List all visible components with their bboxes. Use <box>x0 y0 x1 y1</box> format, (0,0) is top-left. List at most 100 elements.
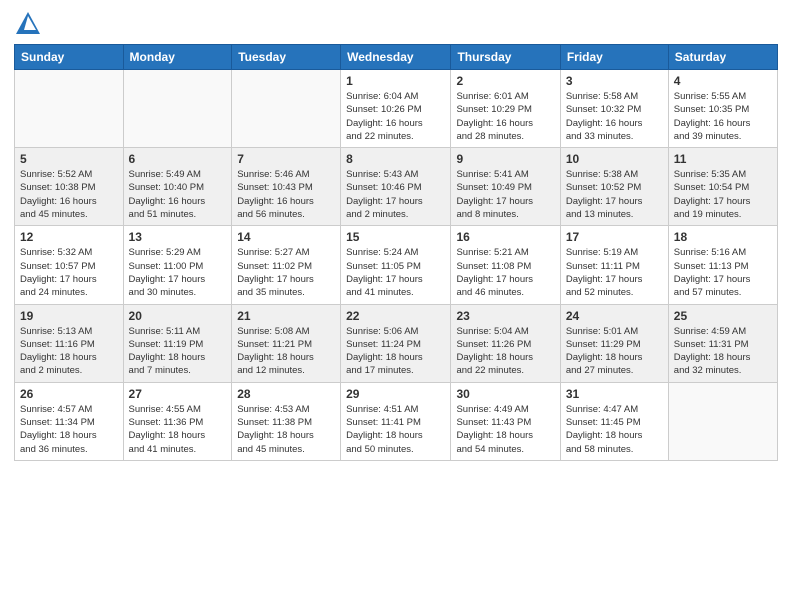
calendar-header: SundayMondayTuesdayWednesdayThursdayFrid… <box>15 45 778 70</box>
day-number: 2 <box>456 74 554 88</box>
logo <box>14 10 46 38</box>
calendar-cell: 19 Sunrise: 5:13 AM Sunset: 11:16 PM Dayl… <box>15 304 124 382</box>
day-info: Sunrise: 5:24 AM Sunset: 11:05 PM Daylig… <box>346 246 445 299</box>
calendar-body: 1 Sunrise: 6:04 AM Sunset: 10:26 PM Dayli… <box>15 70 778 461</box>
calendar-week-row: 1 Sunrise: 6:04 AM Sunset: 10:26 PM Dayli… <box>15 70 778 148</box>
day-info: Sunrise: 4:51 AM Sunset: 11:41 PM Daylig… <box>346 403 445 456</box>
calendar-cell: 15Sunrise: 5:24 AM Sunset: 11:05 PM Dayl… <box>341 226 451 304</box>
day-info: Sunrise: 5:43 AM Sunset: 10:46 PM Daylig… <box>346 168 445 221</box>
day-number: 16 <box>456 230 554 244</box>
calendar-cell: 6 Sunrise: 5:49 AM Sunset: 10:40 PM Dayli… <box>123 148 232 226</box>
day-info: Sunrise: 5:04 AM Sunset: 11:26 PM Daylig… <box>456 325 554 378</box>
day-info: Sunrise: 5:13 AM Sunset: 11:16 PM Daylig… <box>20 325 118 378</box>
calendar-week-row: 5Sunrise: 5:52 AM Sunset: 10:38 PM Dayli… <box>15 148 778 226</box>
calendar-cell: 12Sunrise: 5:32 AM Sunset: 10:57 PM Dayl… <box>15 226 124 304</box>
header <box>14 10 778 38</box>
day-info: Sunrise: 5:21 AM Sunset: 11:08 PM Daylig… <box>456 246 554 299</box>
calendar-cell: 11Sunrise: 5:35 AM Sunset: 10:54 PM Dayl… <box>668 148 777 226</box>
weekday-header: Tuesday <box>232 45 341 70</box>
day-info: Sunrise: 5:06 AM Sunset: 11:24 PM Daylig… <box>346 325 445 378</box>
calendar-cell: 7Sunrise: 5:46 AM Sunset: 10:43 PM Dayli… <box>232 148 341 226</box>
day-number: 20 <box>129 309 227 323</box>
day-number: 6 <box>129 152 227 166</box>
calendar-cell: 21 Sunrise: 5:08 AM Sunset: 11:21 PM Dayl… <box>232 304 341 382</box>
weekday-header: Saturday <box>668 45 777 70</box>
day-number: 14 <box>237 230 335 244</box>
day-info: Sunrise: 5:01 AM Sunset: 11:29 PM Daylig… <box>566 325 663 378</box>
calendar-cell: 14 Sunrise: 5:27 AM Sunset: 11:02 PM Dayl… <box>232 226 341 304</box>
calendar-week-row: 19 Sunrise: 5:13 AM Sunset: 11:16 PM Dayl… <box>15 304 778 382</box>
day-number: 30 <box>456 387 554 401</box>
day-info: Sunrise: 5:08 AM Sunset: 11:21 PM Daylig… <box>237 325 335 378</box>
day-number: 25 <box>674 309 772 323</box>
day-number: 17 <box>566 230 663 244</box>
day-info: Sunrise: 5:55 AM Sunset: 10:35 PM Daylig… <box>674 90 772 143</box>
day-info: Sunrise: 5:19 AM Sunset: 11:11 PM Daylig… <box>566 246 663 299</box>
day-number: 4 <box>674 74 772 88</box>
day-number: 21 <box>237 309 335 323</box>
calendar-cell: 13Sunrise: 5:29 AM Sunset: 11:00 PM Dayl… <box>123 226 232 304</box>
weekday-header: Sunday <box>15 45 124 70</box>
day-info: Sunrise: 5:49 AM Sunset: 10:40 PM Daylig… <box>129 168 227 221</box>
day-info: Sunrise: 5:11 AM Sunset: 11:19 PM Daylig… <box>129 325 227 378</box>
calendar-cell: 28Sunrise: 4:53 AM Sunset: 11:38 PM Dayl… <box>232 382 341 460</box>
calendar-cell: 30 Sunrise: 4:49 AM Sunset: 11:43 PM Dayl… <box>451 382 560 460</box>
calendar-cell: 1 Sunrise: 6:04 AM Sunset: 10:26 PM Dayli… <box>341 70 451 148</box>
calendar-cell: 16 Sunrise: 5:21 AM Sunset: 11:08 PM Dayl… <box>451 226 560 304</box>
page: SundayMondayTuesdayWednesdayThursdayFrid… <box>0 0 792 612</box>
day-info: Sunrise: 4:55 AM Sunset: 11:36 PM Daylig… <box>129 403 227 456</box>
calendar-week-row: 26Sunrise: 4:57 AM Sunset: 11:34 PM Dayl… <box>15 382 778 460</box>
calendar-cell: 27 Sunrise: 4:55 AM Sunset: 11:36 PM Dayl… <box>123 382 232 460</box>
day-number: 11 <box>674 152 772 166</box>
day-info: Sunrise: 5:46 AM Sunset: 10:43 PM Daylig… <box>237 168 335 221</box>
day-info: Sunrise: 5:29 AM Sunset: 11:00 PM Daylig… <box>129 246 227 299</box>
calendar-cell: 17 Sunrise: 5:19 AM Sunset: 11:11 PM Dayl… <box>560 226 668 304</box>
calendar-cell: 26Sunrise: 4:57 AM Sunset: 11:34 PM Dayl… <box>15 382 124 460</box>
day-info: Sunrise: 4:59 AM Sunset: 11:31 PM Daylig… <box>674 325 772 378</box>
weekday-header: Monday <box>123 45 232 70</box>
day-info: Sunrise: 5:32 AM Sunset: 10:57 PM Daylig… <box>20 246 118 299</box>
logo-icon <box>14 10 42 38</box>
day-info: Sunrise: 5:27 AM Sunset: 11:02 PM Daylig… <box>237 246 335 299</box>
day-info: Sunrise: 4:47 AM Sunset: 11:45 PM Daylig… <box>566 403 663 456</box>
calendar-cell <box>123 70 232 148</box>
day-info: Sunrise: 4:53 AM Sunset: 11:38 PM Daylig… <box>237 403 335 456</box>
calendar-week-row: 12Sunrise: 5:32 AM Sunset: 10:57 PM Dayl… <box>15 226 778 304</box>
day-number: 19 <box>20 309 118 323</box>
day-info: Sunrise: 6:01 AM Sunset: 10:29 PM Daylig… <box>456 90 554 143</box>
calendar-cell: 25 Sunrise: 4:59 AM Sunset: 11:31 PM Dayl… <box>668 304 777 382</box>
day-number: 8 <box>346 152 445 166</box>
calendar-cell: 9Sunrise: 5:41 AM Sunset: 10:49 PM Dayli… <box>451 148 560 226</box>
calendar-cell: 8 Sunrise: 5:43 AM Sunset: 10:46 PM Dayli… <box>341 148 451 226</box>
calendar-cell: 18 Sunrise: 5:16 AM Sunset: 11:13 PM Dayl… <box>668 226 777 304</box>
calendar-cell: 4 Sunrise: 5:55 AM Sunset: 10:35 PM Dayli… <box>668 70 777 148</box>
calendar-cell: 3 Sunrise: 5:58 AM Sunset: 10:32 PM Dayli… <box>560 70 668 148</box>
day-info: Sunrise: 5:16 AM Sunset: 11:13 PM Daylig… <box>674 246 772 299</box>
calendar-cell: 31 Sunrise: 4:47 AM Sunset: 11:45 PM Dayl… <box>560 382 668 460</box>
weekday-header: Thursday <box>451 45 560 70</box>
day-number: 29 <box>346 387 445 401</box>
day-number: 31 <box>566 387 663 401</box>
day-number: 18 <box>674 230 772 244</box>
calendar-cell: 10Sunrise: 5:38 AM Sunset: 10:52 PM Dayl… <box>560 148 668 226</box>
calendar-cell <box>232 70 341 148</box>
day-info: Sunrise: 4:57 AM Sunset: 11:34 PM Daylig… <box>20 403 118 456</box>
weekday-header: Wednesday <box>341 45 451 70</box>
calendar-cell: 24 Sunrise: 5:01 AM Sunset: 11:29 PM Dayl… <box>560 304 668 382</box>
day-info: Sunrise: 4:49 AM Sunset: 11:43 PM Daylig… <box>456 403 554 456</box>
calendar-cell: 5Sunrise: 5:52 AM Sunset: 10:38 PM Dayli… <box>15 148 124 226</box>
day-number: 27 <box>129 387 227 401</box>
day-info: Sunrise: 5:58 AM Sunset: 10:32 PM Daylig… <box>566 90 663 143</box>
calendar-cell: 20 Sunrise: 5:11 AM Sunset: 11:19 PM Dayl… <box>123 304 232 382</box>
calendar-cell: 23 Sunrise: 5:04 AM Sunset: 11:26 PM Dayl… <box>451 304 560 382</box>
calendar-cell: 29 Sunrise: 4:51 AM Sunset: 11:41 PM Dayl… <box>341 382 451 460</box>
day-number: 23 <box>456 309 554 323</box>
weekday-row: SundayMondayTuesdayWednesdayThursdayFrid… <box>15 45 778 70</box>
day-number: 3 <box>566 74 663 88</box>
day-info: Sunrise: 6:04 AM Sunset: 10:26 PM Daylig… <box>346 90 445 143</box>
day-number: 1 <box>346 74 445 88</box>
day-number: 10 <box>566 152 663 166</box>
day-number: 24 <box>566 309 663 323</box>
calendar: SundayMondayTuesdayWednesdayThursdayFrid… <box>14 44 778 461</box>
day-number: 22 <box>346 309 445 323</box>
